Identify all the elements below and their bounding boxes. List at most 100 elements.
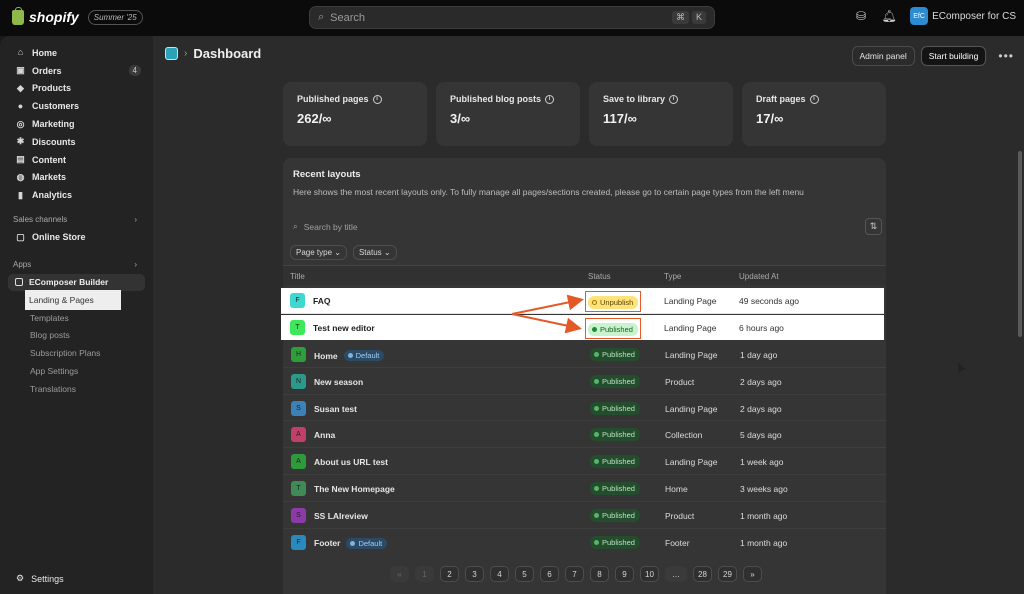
column-status[interactable]: Status	[588, 272, 611, 281]
page-button-2[interactable]: 2	[440, 566, 459, 582]
table-row[interactable]: S Susan test Published Landing Page 2 da…	[283, 395, 886, 422]
sidebar-subitem-subscription-plans[interactable]: Subscription Plans	[0, 344, 153, 362]
highlighted-row-test-new-editor[interactable]: T Test new editor Published Landing Page…	[281, 315, 884, 340]
database-icon[interactable]: ⛁	[854, 9, 868, 23]
table-row[interactable]: A Anna Published Collection 5 days ago	[283, 421, 886, 449]
scrollbar[interactable]	[1018, 151, 1022, 337]
stat-value: 262/∞	[297, 111, 332, 126]
sidebar-subitem-templates[interactable]: Templates	[0, 309, 153, 327]
page-avatar: A	[291, 454, 306, 470]
status-badge: Unpublish	[588, 296, 639, 309]
title-search-input[interactable]: ⌕ Search by title	[293, 221, 358, 232]
info-icon[interactable]: i	[809, 94, 819, 104]
subitem-label: Templates	[30, 312, 69, 323]
page-button-3[interactable]: 3	[465, 566, 484, 582]
page-button-1[interactable]: 1	[415, 566, 434, 582]
bell-icon[interactable]: 🔔︎	[881, 9, 896, 23]
gear-icon: ⚙	[16, 573, 25, 583]
sidebar-item-label: Discounts	[32, 136, 76, 147]
ecomposer-app-icon	[15, 278, 23, 287]
sidebar-item-markets[interactable]: ◍ Markets	[0, 169, 153, 187]
info-icon[interactable]: i	[372, 94, 382, 104]
page-button-8[interactable]: 8	[590, 566, 609, 582]
row-type: Footer	[665, 537, 690, 548]
info-icon[interactable]: i	[669, 94, 679, 104]
stat-value: 117/∞	[603, 111, 637, 126]
apps-section[interactable]: Apps ›	[0, 256, 153, 274]
sidebar-app-ecomposer[interactable]: EComposer Builder	[8, 273, 145, 291]
next-page-button[interactable]: »	[743, 566, 762, 582]
sidebar-item-content[interactable]: ▤ Content	[0, 151, 153, 169]
page-button-10[interactable]: 10	[640, 566, 659, 582]
page-button-29[interactable]: 29	[718, 566, 737, 582]
row-type: Landing Page	[665, 403, 718, 414]
sidebar-item-label: Home	[32, 47, 58, 58]
column-type[interactable]: Type	[664, 272, 681, 281]
sidebar-item-label: Marketing	[32, 119, 75, 130]
row-type: Landing Page	[664, 323, 717, 333]
row-title: New season	[314, 376, 364, 387]
page-button-6[interactable]: 6	[540, 566, 559, 582]
shopify-logo[interactable]: shopify Summer '25	[12, 6, 143, 25]
table-row[interactable]: A About us URL test Published Landing Pa…	[283, 448, 886, 475]
sidebar-item-home[interactable]: ⌂ Home	[0, 44, 153, 62]
row-type: Landing Page	[665, 457, 718, 468]
table-row[interactable]: S SS LAIreview Published Product 1 month…	[283, 502, 886, 529]
sidebar-item-settings[interactable]: ⚙ Settings	[16, 573, 64, 584]
page-type-filter[interactable]: Page type ⌄	[290, 245, 347, 260]
page-avatar: T	[290, 320, 305, 335]
sidebar-item-marketing[interactable]: ◎ Marketing	[0, 115, 153, 133]
filter-label: Status	[358, 248, 382, 257]
sidebar-subitem-landing-pages[interactable]: Landing & Pages	[0, 289, 153, 310]
status-badge: Published	[590, 455, 640, 469]
more-actions-icon[interactable]: •••	[998, 49, 1014, 63]
sidebar-item-products[interactable]: ◆ Products	[0, 80, 153, 98]
sidebar-subitem-blog-posts[interactable]: Blog posts	[0, 327, 153, 345]
sort-arrows-icon: ⇅	[869, 221, 878, 231]
table-row[interactable]: H Home Default Published Landing Page 1 d…	[283, 341, 886, 368]
header-actions: Admin panel Start building •••	[851, 46, 1015, 66]
store-switcher[interactable]: EfC EComposer for CS	[910, 7, 1016, 25]
page-avatar: S	[291, 400, 306, 416]
sales-channels-section[interactable]: Sales channels ›	[0, 210, 153, 228]
column-updated-at[interactable]: Updated At	[739, 272, 779, 281]
page-ellipsis: …	[665, 566, 687, 582]
prev-page-button[interactable]: «	[390, 566, 409, 582]
start-building-button[interactable]: Start building	[920, 46, 987, 66]
sort-button[interactable]: ⇅	[865, 218, 882, 235]
sidebar-item-label: Content	[32, 154, 66, 165]
global-search[interactable]: ⌕ Search ⌘ K	[309, 6, 715, 29]
table-row[interactable]: N New season Published Product 2 days ag…	[283, 368, 886, 395]
sidebar-item-orders[interactable]: ▣ Orders 4	[0, 62, 153, 80]
status-filter[interactable]: Status ⌄	[352, 245, 397, 260]
status-badge: Published	[588, 323, 638, 336]
sidebar-subitem-translations[interactable]: Translations	[0, 380, 153, 398]
table-row[interactable]: T The New Homepage Published Home 3 week…	[283, 475, 886, 502]
sidebar-subitem-app-settings[interactable]: App Settings	[0, 362, 153, 380]
chevron-right-icon: ›	[134, 260, 137, 270]
info-icon[interactable]: i	[545, 94, 555, 104]
sidebar-item-discounts[interactable]: ✱ Discounts	[0, 133, 153, 151]
sidebar-item-online-store[interactable]: ▢ Online Store	[0, 228, 153, 246]
page-button-9[interactable]: 9	[615, 566, 634, 582]
sidebar-item-customers[interactable]: ● Customers	[0, 97, 153, 115]
table-body: H Home Default Published Landing Page 1 d…	[283, 341, 886, 555]
row-updated: 5 days ago	[740, 430, 782, 441]
status-badge: Published	[590, 374, 640, 388]
table-row[interactable]: F Footer Default Published Footer 1 month…	[283, 529, 886, 556]
sidebar-item-analytics[interactable]: ▮ Analytics	[0, 186, 153, 204]
page-button-5[interactable]: 5	[515, 566, 534, 582]
highlighted-row-faq[interactable]: F FAQ Unpublish Landing Page 49 seconds …	[281, 288, 884, 314]
stat-card-draft-pages: Draft pages i 17/∞	[742, 82, 886, 146]
row-updated: 1 month ago	[740, 510, 788, 521]
stat-card-save-to-library: Save to library i 117/∞	[589, 82, 733, 146]
ecomposer-logo-icon[interactable]	[165, 47, 178, 60]
column-title[interactable]: Title	[290, 272, 305, 281]
admin-panel-button[interactable]: Admin panel	[851, 46, 915, 66]
page-title: Dashboard	[193, 46, 262, 61]
kbd-cmd: ⌘	[671, 11, 689, 24]
page-button-7[interactable]: 7	[565, 566, 584, 582]
chevron-down-icon: ⌄	[334, 248, 341, 257]
page-button-4[interactable]: 4	[490, 566, 509, 582]
page-button-28[interactable]: 28	[693, 566, 712, 582]
